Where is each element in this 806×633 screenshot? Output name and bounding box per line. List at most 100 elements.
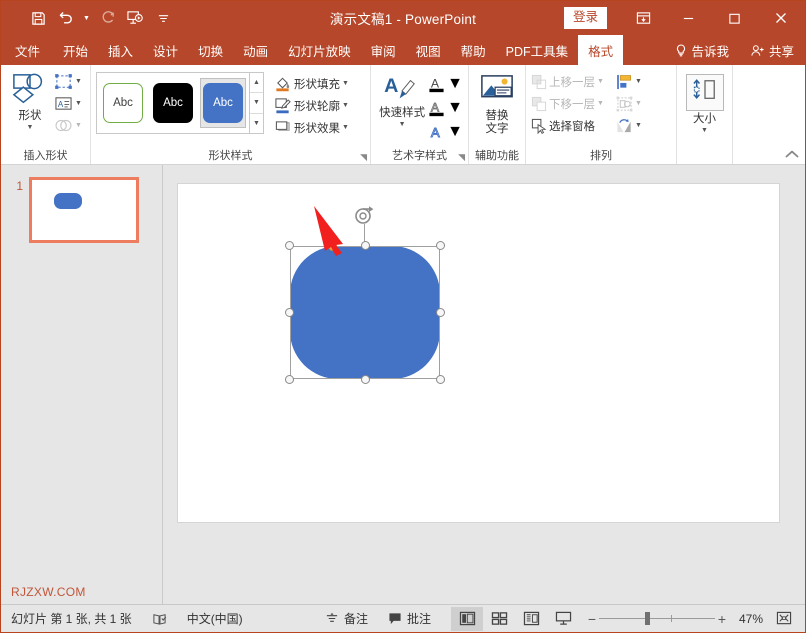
thumbnail-list-item[interactable]: 1 <box>1 165 162 243</box>
gallery-scroll-down-icon[interactable]: ▼ <box>250 93 263 113</box>
tab-review[interactable]: 审阅 <box>361 35 406 65</box>
tab-slideshow[interactable]: 幻灯片放映 <box>278 35 361 65</box>
shape-fill-dropdown-icon[interactable]: ▼ <box>342 80 349 87</box>
undo-icon[interactable] <box>53 5 79 31</box>
text-outline-button[interactable]: A ▼ <box>428 96 463 120</box>
save-icon[interactable] <box>25 5 51 31</box>
slide-thumbnail-1[interactable] <box>29 177 139 243</box>
tell-me-box[interactable]: 告诉我 <box>664 35 740 65</box>
shape-effects-dropdown-icon[interactable]: ▼ <box>342 124 349 131</box>
zoom-slider-track[interactable] <box>599 618 715 619</box>
resize-handle-bottom-center[interactable] <box>361 375 370 384</box>
gallery-more-icon[interactable]: ▼ <box>250 114 263 133</box>
tab-home[interactable]: 开始 <box>53 35 98 65</box>
wordart-dialog-launcher[interactable]: ◥ <box>458 152 465 163</box>
redo-icon[interactable] <box>94 5 120 31</box>
size-button[interactable]: 大小 ▼ <box>682 71 727 134</box>
shape-effects-button[interactable]: 形状效果 ▼ <box>274 117 349 138</box>
view-slide-sorter-button[interactable] <box>483 607 515 631</box>
send-backward-button[interactable]: 下移一层 ▼ <box>531 93 604 114</box>
shapes-dropdown-icon[interactable]: ▼ <box>27 124 34 131</box>
group-button[interactable]: ▼ <box>616 93 642 114</box>
tab-insert[interactable]: 插入 <box>98 35 143 65</box>
tab-format[interactable]: 格式 <box>578 35 623 65</box>
resize-handle-middle-left[interactable] <box>285 308 294 317</box>
rotate-dropdown-icon[interactable]: ▼ <box>635 122 642 129</box>
zoom-out-button[interactable]: − <box>585 611 599 627</box>
text-box-dropdown-icon[interactable]: ▼ <box>75 100 82 107</box>
tab-help[interactable]: 帮助 <box>451 35 496 65</box>
shape-styles-scroll[interactable]: ▲ ▼ ▼ <box>250 72 264 134</box>
rotate-button[interactable]: ▼ <box>616 115 642 136</box>
tab-design[interactable]: 设计 <box>143 35 188 65</box>
fit-to-window-button[interactable] <box>769 611 799 626</box>
selection-pane-button[interactable]: 选择窗格 <box>531 115 604 136</box>
resize-handle-middle-right[interactable] <box>436 308 445 317</box>
resize-handle-top-right[interactable] <box>436 241 445 250</box>
maximize-button[interactable] <box>711 1 757 35</box>
undo-dropdown-icon[interactable]: ▼ <box>81 15 92 22</box>
shape-styles-gallery[interactable]: Abc Abc Abc <box>96 72 250 134</box>
view-normal-button[interactable] <box>451 607 483 631</box>
customize-qat-icon[interactable] <box>150 5 176 31</box>
tab-transitions[interactable]: 切换 <box>188 35 233 65</box>
shape-outline-dropdown-icon[interactable]: ▼ <box>342 102 349 109</box>
merge-shapes-button[interactable]: ▼ <box>54 115 82 136</box>
shape-styles-dialog-launcher[interactable]: ◥ <box>360 152 367 163</box>
slide-editing-surface[interactable] <box>177 183 780 523</box>
tab-file[interactable]: 文件 <box>1 35 53 65</box>
shapes-button[interactable]: 形状 ▼ <box>6 69 54 131</box>
tab-view[interactable]: 视图 <box>406 35 451 65</box>
close-button[interactable] <box>757 1 805 35</box>
align-button[interactable]: ▼ <box>616 71 642 92</box>
resize-handle-top-center[interactable] <box>361 241 370 250</box>
text-box-button[interactable]: A ▼ <box>54 93 82 114</box>
group-dropdown-icon[interactable]: ▼ <box>635 100 642 107</box>
bring-forward-button[interactable]: 上移一层 ▼ <box>531 71 604 92</box>
sign-in-button[interactable]: 登录 <box>564 7 607 29</box>
resize-handle-top-left[interactable] <box>285 241 294 250</box>
text-effects-button[interactable]: A ▼ <box>428 120 463 144</box>
view-slideshow-button[interactable] <box>547 607 579 631</box>
quick-styles-button[interactable]: A 快速样式 ▼ <box>376 70 428 128</box>
shape-fill-button[interactable]: 形状填充 ▼ <box>274 73 349 94</box>
alt-text-button[interactable]: 替换 文字 <box>474 71 520 136</box>
edit-shape-dropdown-icon[interactable]: ▼ <box>75 78 82 85</box>
minimize-button[interactable] <box>665 1 711 35</box>
language-status[interactable]: 中文(中国) <box>177 610 253 627</box>
resize-handle-bottom-left[interactable] <box>285 375 294 384</box>
selected-shape-container[interactable] <box>290 246 440 379</box>
shape-style-item-2[interactable]: Abc <box>150 78 196 128</box>
shape-outline-button[interactable]: 形状轮廓 ▼ <box>274 95 349 116</box>
notes-button[interactable]: 备注 <box>315 610 378 627</box>
text-fill-dropdown-icon[interactable]: ▼ <box>447 75 463 93</box>
merge-shapes-dropdown-icon[interactable]: ▼ <box>75 122 82 129</box>
resize-handle-bottom-right[interactable] <box>436 375 445 384</box>
zoom-in-button[interactable]: + <box>715 611 729 627</box>
collapse-ribbon-icon[interactable] <box>785 150 799 162</box>
text-outline-dropdown-icon[interactable]: ▼ <box>447 99 463 117</box>
view-reading-button[interactable] <box>515 607 547 631</box>
align-dropdown-icon[interactable]: ▼ <box>635 78 642 85</box>
size-dropdown-icon[interactable]: ▼ <box>701 127 708 134</box>
share-button[interactable]: 共享 <box>740 35 805 65</box>
shape-style-item-1[interactable]: Abc <box>100 78 146 128</box>
shape-style-item-3-selected[interactable]: Abc <box>200 78 246 128</box>
gallery-scroll-up-icon[interactable]: ▲ <box>250 73 263 93</box>
send-backward-dropdown-icon[interactable]: ▼ <box>597 100 604 107</box>
ribbon-display-options-icon[interactable] <box>621 1 665 35</box>
comments-button[interactable]: 批注 <box>378 610 441 627</box>
zoom-control[interactable]: − + 47% <box>579 611 769 627</box>
slide-count-status[interactable]: 幻灯片 第 1 张, 共 1 张 <box>1 610 142 627</box>
quick-styles-dropdown-icon[interactable]: ▼ <box>399 121 406 128</box>
text-effects-dropdown-icon[interactable]: ▼ <box>447 123 463 141</box>
zoom-level-label[interactable]: 47% <box>729 612 763 626</box>
slide-canvas-pane[interactable] <box>163 165 805 604</box>
tab-animations[interactable]: 动画 <box>233 35 278 65</box>
bring-forward-dropdown-icon[interactable]: ▼ <box>597 78 604 85</box>
start-slideshow-icon[interactable] <box>122 5 148 31</box>
text-fill-button[interactable]: A ▼ <box>428 72 463 96</box>
tab-pdf-toolkit[interactable]: PDF工具集 <box>496 35 579 65</box>
zoom-slider-thumb[interactable] <box>645 612 650 625</box>
accessibility-status[interactable] <box>142 612 177 626</box>
